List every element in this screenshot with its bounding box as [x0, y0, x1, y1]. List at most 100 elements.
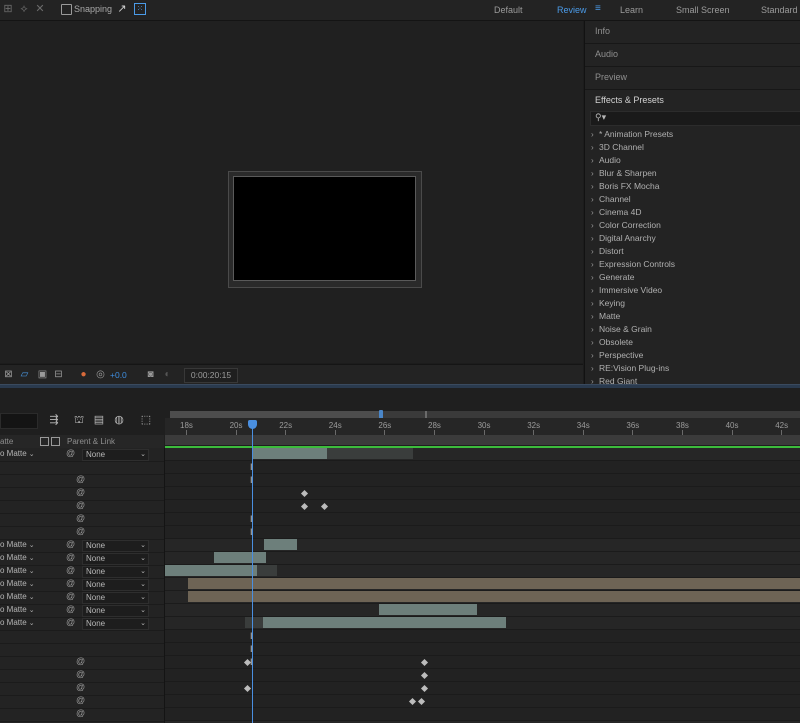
effects-category-item[interactable]: › Boris FX Mocha [591, 181, 659, 194]
track-row[interactable] [165, 500, 800, 513]
graph-editor-icon[interactable]: ⬚ [139, 413, 153, 427]
layer-duration-bar[interactable] [188, 578, 800, 589]
effects-category-item[interactable]: › Expression Controls [591, 259, 675, 272]
parent-pickwhip-icon[interactable]: @ [66, 617, 75, 627]
effects-category-item[interactable]: › Cinema 4D [591, 207, 642, 220]
layer-duration-bar[interactable] [188, 591, 800, 602]
track-matte-dropdown[interactable]: o Matte ⌄ [0, 605, 35, 614]
track-row[interactable] [165, 539, 800, 552]
guides-icon[interactable]: ⊟ [53, 369, 64, 380]
chevron-right-icon[interactable]: › [591, 299, 598, 308]
timeline-tracks[interactable]: IIIIIII [165, 448, 800, 723]
parent-pickwhip-icon[interactable]: @ [66, 552, 75, 562]
property-row[interactable]: @ [0, 656, 164, 670]
panel-tab-preview[interactable]: Preview [585, 67, 800, 90]
effects-category-item[interactable]: › Channel [591, 194, 631, 207]
layer-row[interactable]: o Matte ⌄ @ None ⌄ [0, 604, 164, 618]
effects-category-item[interactable]: › Matte [591, 311, 620, 324]
layer-duration-bar[interactable] [379, 604, 477, 615]
layer-duration-bar[interactable] [264, 539, 297, 550]
layer-row[interactable]: o Matte ⌄ @ None ⌄ [0, 591, 164, 605]
chevron-right-icon[interactable]: › [591, 169, 598, 178]
chevron-right-icon[interactable]: › [591, 260, 598, 269]
effects-category-item[interactable]: › Obsolete [591, 337, 633, 350]
chevron-right-icon[interactable]: › [591, 247, 598, 256]
parent-dropdown[interactable]: None ⌄ [82, 553, 149, 565]
expression-pickwhip-icon[interactable]: @ [76, 669, 85, 679]
track-row[interactable] [165, 643, 800, 656]
track-row[interactable] [165, 630, 800, 643]
track-matte-dropdown[interactable]: o Matte ⌄ [0, 553, 35, 562]
chevron-right-icon[interactable]: › [591, 234, 598, 243]
parent-pickwhip-icon[interactable]: @ [66, 591, 75, 601]
timeline-search-input[interactable] [0, 413, 38, 429]
effects-category-item[interactable]: › Immersive Video [591, 285, 662, 298]
effects-search-input[interactable]: ⚲▾ [590, 111, 800, 126]
chevron-right-icon[interactable]: › [591, 351, 598, 360]
track-matte-dropdown[interactable]: o Matte ⌄ [0, 566, 35, 575]
parent-dropdown[interactable]: None ⌄ [82, 566, 149, 578]
mask-visibility-icon[interactable]: ▣ [37, 369, 48, 380]
chevron-right-icon[interactable]: › [591, 143, 598, 152]
parent-pickwhip-icon[interactable]: @ [66, 578, 75, 588]
layer-row[interactable]: o Matte ⌄ @ None ⌄ [0, 565, 164, 579]
panel-tab-audio[interactable]: Audio [585, 44, 800, 67]
effects-category-item[interactable]: › Red Giant [591, 376, 637, 384]
layer-row[interactable]: o Matte ⌄ @ None ⌄ [0, 552, 164, 566]
parent-pickwhip-icon[interactable]: @ [66, 539, 75, 549]
workspace-menu-icon[interactable]: ≡ [595, 3, 601, 14]
layer-duration-bar[interactable] [214, 552, 266, 563]
effects-category-item[interactable]: › Digital Anarchy [591, 233, 656, 246]
workspace-review[interactable]: Review [557, 5, 587, 15]
effects-category-item[interactable]: › Distort [591, 246, 624, 259]
track-matte-dropdown[interactable]: o Matte ⌄ [0, 579, 35, 588]
pin-tool-icon[interactable]: ✕ [34, 3, 46, 15]
chevron-right-icon[interactable]: › [591, 286, 598, 295]
layer-duration-bar[interactable] [165, 565, 257, 576]
chevron-right-icon[interactable]: › [591, 130, 598, 139]
layer-row[interactable]: o Matte ⌄ @ None ⌄ [0, 617, 164, 631]
parent-dropdown[interactable]: None ⌄ [82, 605, 149, 617]
time-navigator[interactable] [170, 410, 800, 419]
effects-category-item[interactable]: › * Animation Presets [591, 129, 673, 142]
parent-dropdown[interactable]: None ⌄ [82, 618, 149, 630]
chevron-right-icon[interactable]: › [591, 182, 598, 191]
workspace-standard[interactable]: Standard [761, 5, 798, 15]
property-row[interactable]: @ [0, 708, 164, 722]
effects-category-item[interactable]: › 3D Channel [591, 142, 644, 155]
workspace-default[interactable]: Default [494, 5, 523, 15]
effects-category-item[interactable]: › Blur & Sharpen [591, 168, 657, 181]
property-row[interactable]: @ [0, 669, 164, 683]
layer-duration-bar[interactable] [253, 448, 327, 459]
motion-blur-icon[interactable]: ◍ [112, 413, 126, 427]
track-row[interactable] [165, 513, 800, 526]
exposure-value[interactable]: +0.0 [110, 370, 127, 380]
effects-category-item[interactable]: › Generate [591, 272, 634, 285]
chevron-right-icon[interactable]: › [591, 312, 598, 321]
track-row[interactable] [165, 695, 800, 708]
navigator-range[interactable] [170, 411, 381, 418]
time-ruler[interactable]: 18s 20s 22s 24s 26s 28s 30s 32s 34s 36s 38s 40s 42s [165, 418, 800, 435]
track-matte-dropdown[interactable]: o Matte ⌄ [0, 618, 35, 627]
track-matte-dropdown[interactable]: o Matte ⌄ [0, 449, 35, 458]
chevron-right-icon[interactable]: › [591, 364, 598, 373]
snapshot-camera-icon[interactable]: ◙ [145, 369, 156, 380]
chevron-right-icon[interactable]: › [591, 325, 598, 334]
property-row[interactable]: @ [0, 695, 164, 709]
current-time-display[interactable]: 0:00:20:15 [184, 368, 238, 383]
property-row[interactable]: @ [0, 526, 164, 540]
chevron-right-icon[interactable]: › [591, 156, 598, 165]
chevron-right-icon[interactable]: › [591, 221, 598, 230]
color-channels-icon[interactable]: ● [78, 369, 89, 380]
effects-category-item[interactable]: › Color Correction [591, 220, 661, 233]
track-row[interactable] [165, 682, 800, 695]
track-row[interactable] [165, 708, 800, 721]
expression-pickwhip-icon[interactable]: @ [76, 474, 85, 484]
track-matte-dropdown[interactable]: o Matte ⌄ [0, 540, 35, 549]
region-icon[interactable]: ⊠ [3, 369, 14, 380]
chevron-right-icon[interactable]: › [591, 208, 598, 217]
effects-category-item[interactable]: › RE:Vision Plug-ins [591, 363, 669, 376]
workspace-small-screen[interactable]: Small Screen [676, 5, 730, 15]
chevron-right-icon[interactable]: › [591, 195, 598, 204]
parent-dropdown[interactable]: None ⌄ [82, 449, 149, 461]
